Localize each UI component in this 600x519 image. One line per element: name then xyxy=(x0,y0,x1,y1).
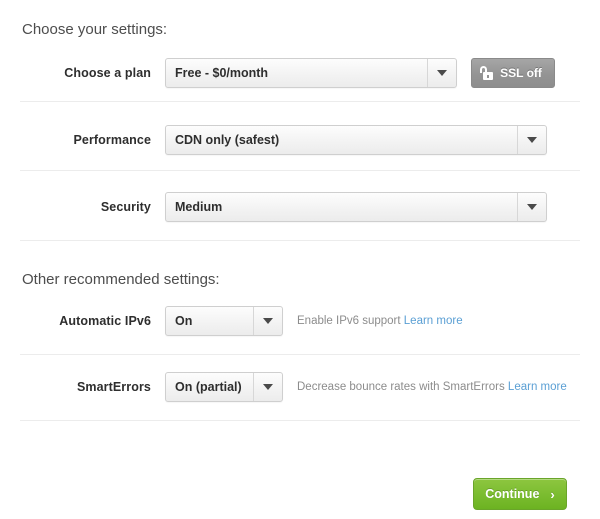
settings-page: Choose your settings: Choose a plan Free… xyxy=(0,0,600,519)
row-automatic-ipv6: Automatic IPv6 On Enable IPv6 support Le… xyxy=(0,306,600,336)
row-security: Security Medium xyxy=(0,192,600,222)
label-smarterrors: SmartErrors xyxy=(76,380,151,394)
divider xyxy=(20,101,580,102)
label-choose-a-plan: Choose a plan xyxy=(64,66,151,80)
caret-glyph xyxy=(437,70,447,76)
hint-automatic-ipv6-text: Enable IPv6 support xyxy=(297,315,401,327)
caret-glyph xyxy=(527,204,537,210)
select-performance[interactable]: CDN only (safest) xyxy=(165,125,547,155)
select-choose-a-plan[interactable]: Free - $0/month xyxy=(165,58,457,88)
label-security: Security xyxy=(100,200,151,214)
select-performance-value: CDN only (safest) xyxy=(175,133,280,147)
select-choose-a-plan-value: Free - $0/month xyxy=(175,66,269,80)
label-performance: Performance xyxy=(73,133,151,147)
open-padlock-icon xyxy=(480,66,494,80)
chevron-down-icon[interactable] xyxy=(517,126,546,154)
select-security-value: Medium xyxy=(175,200,223,214)
primary-section-heading: Choose your settings: xyxy=(22,21,168,38)
hint-smarterrors: Decrease bounce rates with SmartErrors L… xyxy=(297,381,567,393)
ssl-off-button[interactable]: SSL off xyxy=(471,58,555,88)
label-automatic-ipv6: Automatic IPv6 xyxy=(59,314,151,328)
secondary-section-heading: Other recommended settings: xyxy=(22,271,220,288)
chevron-down-icon[interactable] xyxy=(517,193,546,221)
chevron-down-icon[interactable] xyxy=(253,307,282,335)
caret-glyph xyxy=(527,137,537,143)
chevron-down-icon[interactable] xyxy=(253,373,282,401)
caret-glyph xyxy=(263,318,273,324)
select-security[interactable]: Medium xyxy=(165,192,547,222)
hint-automatic-ipv6: Enable IPv6 support Learn more xyxy=(297,315,463,327)
row-choose-a-plan: Choose a plan Free - $0/month SSL off xyxy=(0,58,600,88)
row-performance: Performance CDN only (safest) xyxy=(0,125,600,155)
chevron-down-icon[interactable] xyxy=(427,59,456,87)
learn-more-link-smarterrors[interactable]: Learn more xyxy=(508,381,567,393)
continue-button[interactable]: Continue › xyxy=(473,478,567,510)
caret-glyph xyxy=(263,384,273,390)
hint-smarterrors-text: Decrease bounce rates with SmartErrors xyxy=(297,381,505,393)
ssl-off-button-label: SSL off xyxy=(500,66,542,80)
select-automatic-ipv6[interactable]: On xyxy=(165,306,283,336)
continue-button-label: Continue xyxy=(485,487,540,501)
learn-more-link-ipv6[interactable]: Learn more xyxy=(404,315,463,327)
divider xyxy=(20,240,580,241)
select-automatic-ipv6-value: On xyxy=(175,314,193,328)
divider xyxy=(20,354,580,355)
select-smarterrors-value: On (partial) xyxy=(175,380,242,394)
divider xyxy=(20,420,580,421)
chevron-right-icon: › xyxy=(550,486,555,502)
select-smarterrors[interactable]: On (partial) xyxy=(165,372,283,402)
row-smarterrors: SmartErrors On (partial) Decrease bounce… xyxy=(0,372,600,402)
divider xyxy=(20,170,580,171)
